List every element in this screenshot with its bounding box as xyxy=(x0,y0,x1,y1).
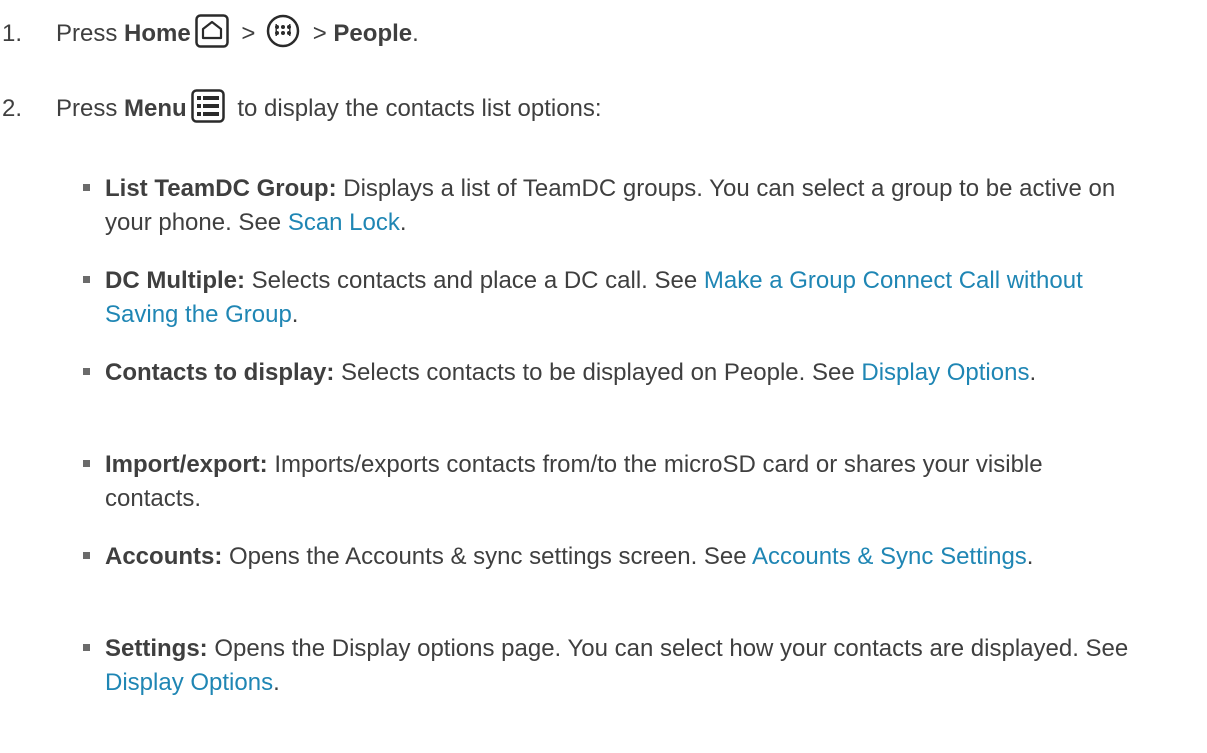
list-item-text: Accounts: Opens the Accounts & sync sett… xyxy=(105,540,1145,574)
menu-icon xyxy=(190,88,225,130)
bullet-square xyxy=(83,644,90,651)
separator: > xyxy=(234,20,263,47)
accounts-sync-settings-link[interactable]: Accounts & Sync Settings xyxy=(752,543,1027,570)
step-number: 2. xyxy=(2,95,23,122)
option-term: Contacts to display: xyxy=(105,359,335,386)
step-end: . xyxy=(412,20,419,47)
sentence-end: . xyxy=(399,209,407,236)
menu-key-label: Menu xyxy=(124,95,187,122)
display-options-link[interactable]: Display Options xyxy=(861,359,1029,386)
scan-lock-link[interactable]: Scan Lock xyxy=(288,209,400,236)
display-options-link[interactable]: Display Options xyxy=(105,669,273,696)
home-icon xyxy=(194,13,229,55)
bullet-square xyxy=(83,552,90,559)
bullet-square xyxy=(83,368,90,375)
step-text-post: to display the contacts list options: xyxy=(230,95,602,122)
list-item-text: Import/export: Imports/exports contacts … xyxy=(105,448,1145,516)
list-item-text: DC Multiple: Selects contacts and place … xyxy=(105,264,1145,332)
option-term: Accounts: xyxy=(105,543,223,570)
option-description: Selects contacts and place a DC call. Se… xyxy=(244,267,704,294)
step-text-pre: Press xyxy=(56,95,125,122)
step-2: 2. Press Menu to display the contacts li… xyxy=(0,88,602,130)
sentence-end: . xyxy=(1029,359,1037,386)
bullet-square xyxy=(83,460,90,467)
step-number: 1. xyxy=(2,20,23,47)
option-description: Selects contacts to be displayed on Peop… xyxy=(334,359,862,386)
home-key-label: Home xyxy=(124,20,191,47)
list-item-text: Contacts to display: Selects contacts to… xyxy=(105,356,1145,390)
option-term: DC Multiple: xyxy=(105,267,245,294)
option-description: Opens the Accounts & sync settings scree… xyxy=(222,543,752,570)
option-term: Import/export: xyxy=(105,451,268,478)
apps-icon xyxy=(266,14,300,55)
list-item-text: List TeamDC Group: Displays a list of Te… xyxy=(105,172,1145,240)
sentence-end: . xyxy=(291,301,299,328)
step-1: 1. Press Home > > People . xyxy=(0,13,419,55)
people-label: People xyxy=(333,20,413,47)
bullet-square xyxy=(83,184,90,191)
option-term: List TeamDC Group: xyxy=(105,175,337,202)
sentence-end: . xyxy=(1026,543,1034,570)
option-term: Settings: xyxy=(105,635,208,662)
step-text-pre: Press xyxy=(56,20,125,47)
bullet-square xyxy=(83,276,90,283)
sentence-end: . xyxy=(273,669,280,696)
separator: > xyxy=(306,20,334,47)
option-description: Opens the Display options page. You can … xyxy=(207,635,1129,662)
list-item-text: Settings: Opens the Display options page… xyxy=(105,632,1145,700)
